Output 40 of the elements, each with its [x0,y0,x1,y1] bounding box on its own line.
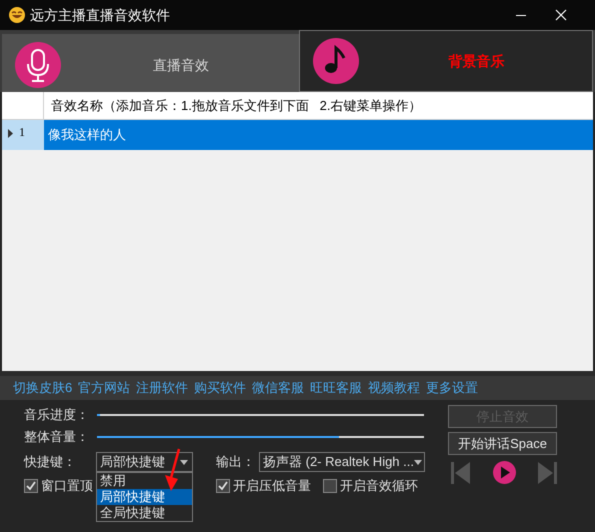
window-title: 远方主播直播音效软件 [30,6,170,24]
link[interactable]: 注册软件 [136,378,188,398]
close-icon [555,9,567,21]
microphone-icon [13,40,63,90]
checkbox-label: 开启音效循环 [340,477,418,496]
checkbox-label: 开启压低音量 [233,477,311,496]
link[interactable]: 微信客服 [252,378,304,398]
output-label: 输出： [216,453,256,472]
link[interactable]: 购买软件 [194,378,246,398]
tab[interactable]: 背景音乐 [299,30,593,92]
slider-label: 音乐进度： [24,406,90,424]
link[interactable]: 切换皮肤6 [13,378,72,398]
output-dropdown[interactable]: 扬声器 (2- Realtek High ... [259,452,425,472]
hotkey-label: 快捷键： [24,453,77,472]
hotkey-dropdown[interactable]: 局部快捷键 [96,452,193,472]
checkbox[interactable] [323,479,337,493]
checkbox[interactable] [216,479,230,493]
button[interactable]: 开始讲话Space [448,432,557,455]
music-note-icon [311,36,361,86]
checkbox-label: 窗口置顶 [41,477,93,496]
table-cell-text: 像我这样的人 [47,126,126,144]
previous-button[interactable] [451,462,470,484]
table-row[interactable]: 1 像我这样的人 [2,120,593,150]
row-number: 1 [19,126,25,138]
caret-icon [414,460,422,464]
next-button[interactable] [538,462,557,484]
link[interactable]: 更多设置 [426,378,478,398]
link[interactable]: 视频教程 [368,378,420,398]
link[interactable]: 官方网站 [78,378,130,398]
slider-label: 整体音量： [24,428,90,446]
dropdown-option[interactable]: 全局快捷键 [97,505,192,521]
column-header: 音效名称（添加音乐：1.拖放音乐文件到下面 2.右键菜单操作） [50,96,422,115]
play-button[interactable] [492,461,516,484]
link[interactable]: 旺旺客服 [310,378,362,398]
dropdown-option[interactable]: 禁用 [97,473,192,489]
app-logo-icon [8,6,26,24]
row-pointer-icon [8,129,13,138]
dropdown-option[interactable]: 局部快捷键 [97,489,192,505]
caret-icon [180,460,188,464]
checkbox[interactable] [24,479,38,493]
